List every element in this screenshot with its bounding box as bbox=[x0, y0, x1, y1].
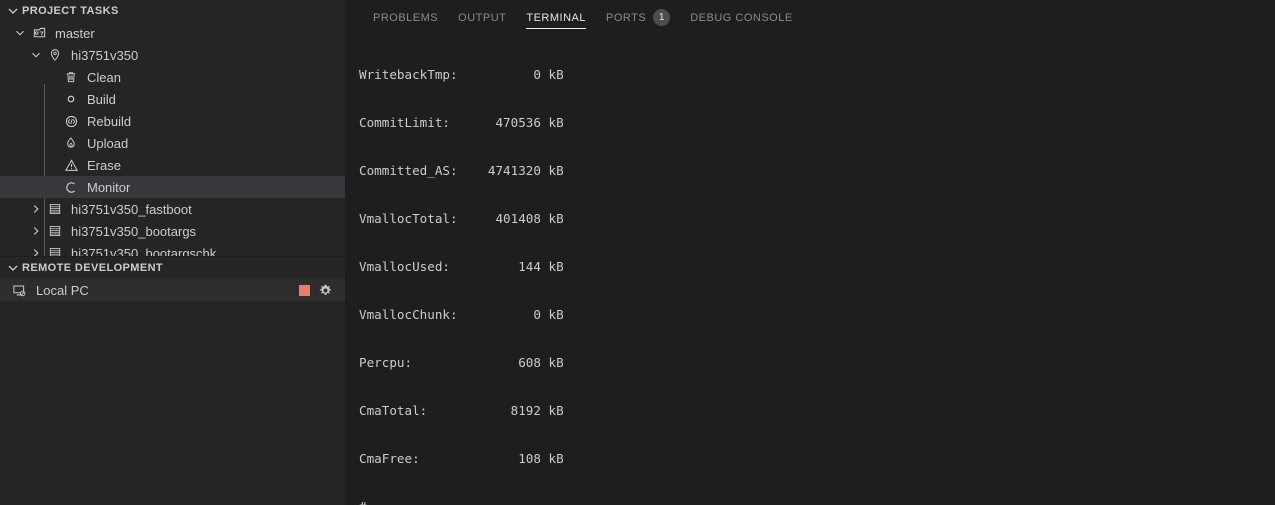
chevron-down-icon[interactable] bbox=[28, 44, 44, 66]
remote-development-pane-header[interactable]: REMOTE DEVELOPMENT bbox=[0, 257, 345, 279]
twisty-spacer bbox=[44, 110, 60, 132]
tree-item-label: hi3751v350_bootargs bbox=[66, 224, 196, 239]
tree-item-rebuild[interactable]: Rebuild bbox=[0, 110, 345, 132]
vscode-window: PROJECT TASKS master bbox=[0, 0, 1275, 505]
location-pin-icon bbox=[44, 44, 66, 66]
bottom-panel: PROBLEMS OUTPUT TERMINAL PORTS 1 DEBUG C… bbox=[345, 0, 1275, 505]
ports-badge: 1 bbox=[653, 9, 670, 26]
server-icon bbox=[44, 198, 66, 220]
tree-item-label: Clean bbox=[82, 70, 121, 85]
twisty-spacer bbox=[44, 66, 60, 88]
project-tasks-title: PROJECT TASKS bbox=[22, 5, 119, 17]
warning-triangle-icon bbox=[60, 154, 82, 176]
remote-item-actions bbox=[299, 283, 345, 298]
chevron-right-icon[interactable] bbox=[28, 220, 44, 242]
twisty-spacer bbox=[44, 88, 60, 110]
repo-icon bbox=[28, 22, 50, 44]
terminal-line: VmallocTotal: 401408 kB bbox=[359, 211, 1275, 227]
tab-label: DEBUG CONSOLE bbox=[690, 12, 792, 24]
tree-item-label: hi3751v350 bbox=[66, 48, 138, 63]
terminal-line: CmaFree: 108 kB bbox=[359, 451, 1275, 467]
tab-problems[interactable]: PROBLEMS bbox=[363, 0, 448, 35]
flame-icon bbox=[60, 132, 82, 154]
tree-item-hi3751v350-fastboot[interactable]: hi3751v350_fastboot bbox=[0, 198, 345, 220]
tree-item-label: Upload bbox=[82, 136, 128, 151]
remote-explorer-icon bbox=[8, 279, 30, 301]
terminal-line: Committed_AS: 4741320 kB bbox=[359, 163, 1275, 179]
twisty-spacer bbox=[44, 154, 60, 176]
monitor-arc-icon bbox=[60, 176, 82, 198]
remote-development-title: REMOTE DEVELOPMENT bbox=[22, 262, 163, 274]
remote-item-label: Local PC bbox=[30, 283, 89, 298]
circle-icon bbox=[60, 88, 82, 110]
tab-output[interactable]: OUTPUT bbox=[448, 0, 516, 35]
tree-item-label: Rebuild bbox=[82, 114, 131, 129]
tree-item-upload[interactable]: Upload bbox=[0, 132, 345, 154]
tab-label: PORTS bbox=[606, 12, 646, 24]
chevron-down-icon bbox=[4, 259, 22, 277]
terminal-line: VmallocChunk: 0 kB bbox=[359, 307, 1275, 323]
trash-icon bbox=[60, 66, 82, 88]
chevron-right-icon[interactable] bbox=[28, 198, 44, 220]
sidebar: PROJECT TASKS master bbox=[0, 0, 345, 505]
tab-terminal[interactable]: TERMINAL bbox=[516, 0, 596, 35]
tree-item-label: Monitor bbox=[82, 180, 130, 195]
tab-ports[interactable]: PORTS 1 bbox=[596, 0, 680, 35]
tree-item-clean[interactable]: Clean bbox=[0, 66, 345, 88]
tree-item-label: master bbox=[50, 26, 95, 41]
tab-label: PROBLEMS bbox=[373, 12, 438, 24]
project-tasks-pane-header[interactable]: PROJECT TASKS bbox=[0, 0, 345, 22]
terminal-line: VmallocUsed: 144 kB bbox=[359, 259, 1275, 275]
tree-item-label: Build bbox=[82, 92, 116, 107]
tab-label: TERMINAL bbox=[526, 12, 586, 24]
tree-item-monitor[interactable]: Monitor bbox=[0, 176, 345, 198]
chevron-down-icon[interactable] bbox=[12, 22, 28, 44]
tree-item-hi3751v350[interactable]: hi3751v350 bbox=[0, 44, 345, 66]
gear-icon[interactable] bbox=[318, 283, 333, 298]
tab-label: OUTPUT bbox=[458, 12, 506, 24]
circle-code-icon bbox=[60, 110, 82, 132]
panel-tab-bar: PROBLEMS OUTPUT TERMINAL PORTS 1 DEBUG C… bbox=[345, 0, 1275, 35]
terminal-line: # bbox=[359, 499, 1275, 505]
terminal-line: CmaTotal: 8192 kB bbox=[359, 403, 1275, 419]
tree-item-hi3751v350-bootargs[interactable]: hi3751v350_bootargs bbox=[0, 220, 345, 242]
twisty-spacer bbox=[44, 132, 60, 154]
chevron-down-icon bbox=[4, 2, 22, 20]
tree-item-master[interactable]: master bbox=[0, 22, 345, 44]
server-icon bbox=[44, 220, 66, 242]
remote-item-local-pc[interactable]: Local PC bbox=[0, 279, 345, 301]
tab-debug-console[interactable]: DEBUG CONSOLE bbox=[680, 0, 802, 35]
project-tasks-tree: master hi3751v350 bbox=[0, 22, 345, 264]
tree-item-label: Erase bbox=[82, 158, 121, 173]
terminal-output[interactable]: WritebackTmp: 0 kB CommitLimit: 470536 k… bbox=[345, 35, 1275, 505]
twisty-spacer bbox=[44, 176, 60, 198]
remote-development-pane: REMOTE DEVELOPMENT Local PC bbox=[0, 256, 345, 505]
status-square bbox=[299, 285, 310, 296]
terminal-line: Percpu: 608 kB bbox=[359, 355, 1275, 371]
terminal-line: WritebackTmp: 0 kB bbox=[359, 67, 1275, 83]
terminal-line: CommitLimit: 470536 kB bbox=[359, 115, 1275, 131]
tree-item-build[interactable]: Build bbox=[0, 88, 345, 110]
tree-item-erase[interactable]: Erase bbox=[0, 154, 345, 176]
tree-item-label: hi3751v350_fastboot bbox=[66, 202, 192, 217]
